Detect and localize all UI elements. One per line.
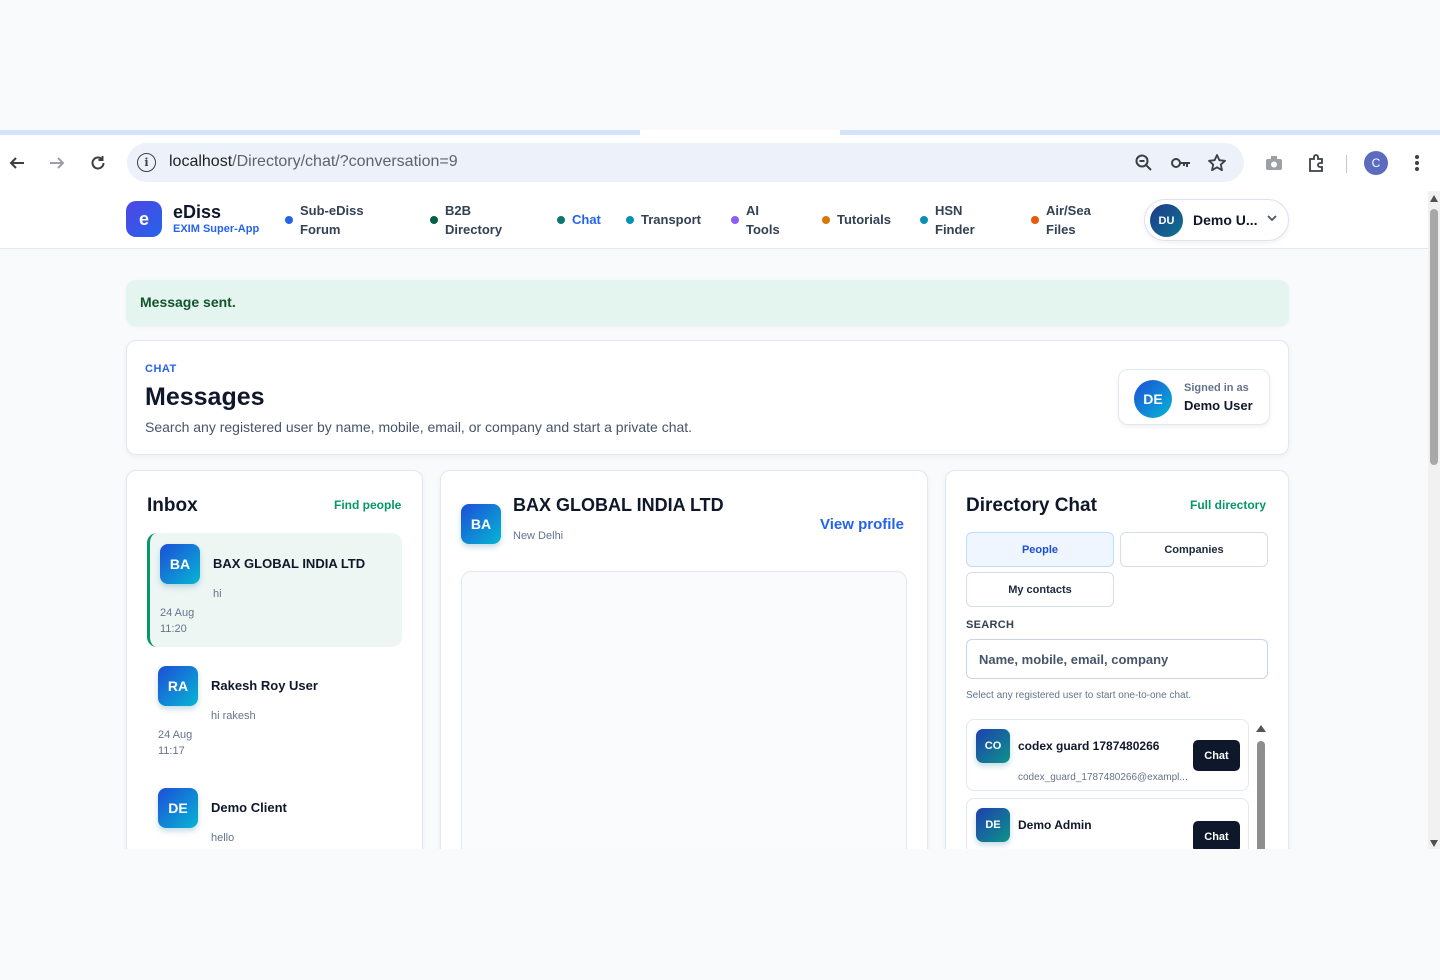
nav-dot	[1031, 216, 1039, 224]
page-viewport: e eDiss EXIM Super-App Sub-eDiss Forum B2…	[0, 191, 1428, 849]
scrollbar-thumb[interactable]	[1430, 209, 1438, 465]
app-navbar: e eDiss EXIM Super-App Sub-eDiss Forum B2…	[0, 191, 1428, 249]
kebab-menu-icon[interactable]	[1403, 149, 1431, 177]
nav-dot	[731, 216, 739, 224]
scroll-up-arrow-icon[interactable]	[1256, 725, 1266, 732]
page-header-card: CHAT Messages Search any registered user…	[126, 340, 1289, 455]
nav-item-hsn-finder[interactable]: HSN Finder	[920, 201, 975, 239]
nav-dot	[285, 216, 293, 224]
user-name: Demo U...	[1193, 212, 1258, 228]
nav-item-chat[interactable]: Chat	[557, 210, 601, 229]
eyebrow-label: CHAT	[145, 363, 177, 375]
zoom-icon[interactable]	[1133, 152, 1155, 174]
avatar: BA	[160, 544, 200, 584]
search-hint: Select any registered user to start one-…	[966, 690, 1192, 701]
signed-in-label: Signed in as	[1184, 382, 1249, 394]
scroll-down-arrow-icon[interactable]	[1430, 840, 1438, 847]
nav-item-directory[interactable]: B2B Directory	[430, 201, 502, 239]
directory-chat-panel: Directory Chat Full directory People Com…	[945, 470, 1289, 849]
forward-icon[interactable]	[43, 149, 71, 177]
back-icon[interactable]	[3, 149, 31, 177]
search-label: SEARCH	[966, 619, 1015, 631]
contact-name: BAX GLOBAL INDIA LTD	[213, 556, 366, 571]
search-input[interactable]	[966, 639, 1268, 679]
message-thread[interactable]	[461, 571, 907, 849]
brand-tagline: EXIM Super-App	[173, 223, 260, 235]
list-item[interactable]: DE Demo Admin Chat	[966, 798, 1249, 849]
conversation-panel: BA BAX GLOBAL INDIA LTD New Delhi View p…	[440, 470, 928, 849]
password-key-icon[interactable]	[1170, 152, 1192, 174]
nav-dot	[920, 216, 928, 224]
signed-in-box: DE Signed in as Demo User	[1118, 369, 1270, 425]
browser-toolbar: i localhost/Directory/chat/?conversation…	[0, 135, 1440, 191]
site-info-icon[interactable]: i	[137, 153, 156, 172]
message-preview: hi	[213, 588, 222, 600]
list-item[interactable]: CO codex guard 1787480266 codex_guard_17…	[966, 719, 1249, 791]
inbox-title: Inbox	[147, 495, 198, 516]
conversation-title: BAX GLOBAL INDIA LTD	[513, 495, 724, 515]
page-title: Messages	[145, 383, 265, 411]
full-directory-link[interactable]: Full directory	[1190, 498, 1266, 512]
nav-dot	[626, 215, 634, 224]
timestamp: 24 Aug 11:20	[160, 607, 195, 635]
conversation-location: New Delhi	[513, 530, 564, 542]
inbox-panel: Inbox Find people BA BAX GLOBAL INDIA LT…	[126, 470, 423, 849]
contact-name: Demo Client	[211, 800, 287, 815]
find-people-link[interactable]: Find people	[334, 498, 401, 512]
scrollbar-thumb[interactable]	[1257, 741, 1265, 849]
extensions-icon[interactable]	[1302, 149, 1330, 177]
reload-icon[interactable]	[84, 149, 112, 177]
avatar: DE	[976, 808, 1010, 842]
nav-dot	[430, 216, 438, 224]
user-name: codex guard 1787480266	[1018, 739, 1160, 753]
nav-item-forum[interactable]: Sub-eDiss Forum	[285, 201, 364, 239]
chat-button[interactable]: Chat	[1193, 821, 1240, 849]
avatar: DU	[1150, 204, 1183, 237]
nav-item-files[interactable]: Air/Sea Files	[1031, 201, 1091, 239]
tab-companies[interactable]: Companies	[1120, 532, 1268, 567]
message-preview: hello	[211, 832, 235, 844]
nav-dot	[822, 215, 830, 224]
scroll-up-arrow-icon[interactable]	[1430, 195, 1438, 202]
timestamp: 24 Aug 11:17	[158, 729, 193, 757]
tab-people[interactable]: People	[966, 532, 1114, 567]
page-scrollbar[interactable]	[1428, 191, 1440, 849]
chevron-down-icon	[1266, 212, 1278, 227]
url-text[interactable]: localhost/Directory/chat/?conversation=9	[169, 153, 458, 171]
directory-list-scrollbar[interactable]	[1256, 721, 1266, 849]
chat-button[interactable]: Chat	[1193, 740, 1240, 771]
camera-icon[interactable]	[1260, 149, 1288, 177]
address-bar[interactable]: i localhost/Directory/chat/?conversation…	[127, 143, 1244, 182]
bookmark-star-icon[interactable]	[1206, 152, 1228, 174]
avatar: DE	[1134, 380, 1172, 418]
nav-dot	[557, 215, 565, 224]
success-alert: Message sent.	[126, 280, 1289, 326]
user-email: codex_guard_1787480266@exampl...	[1018, 772, 1188, 783]
inbox-item[interactable]: DE Demo Client hello	[148, 777, 403, 849]
inbox-item[interactable]: RA Rakesh Roy User hi rakesh 24 Aug 11:17	[148, 655, 403, 769]
toolbar-separator	[1346, 155, 1347, 173]
inbox-item[interactable]: BA BAX GLOBAL INDIA LTD hi 24 Aug 11:20	[147, 533, 402, 647]
avatar: RA	[158, 666, 198, 706]
nav-item-ai-tools[interactable]: AI Tools	[731, 201, 780, 239]
directory-title: Directory Chat	[966, 495, 1097, 516]
page-description: Search any registered user by name, mobi…	[145, 419, 693, 435]
app-logo[interactable]: e	[126, 201, 162, 237]
user-menu[interactable]: DU Demo U...	[1144, 199, 1289, 241]
tab-my-contacts[interactable]: My contacts	[966, 572, 1114, 607]
nav-item-transport[interactable]: Transport	[626, 210, 701, 229]
contact-name: Rakesh Roy User	[211, 678, 318, 693]
avatar: BA	[461, 504, 501, 544]
avatar: DE	[158, 788, 198, 828]
nav-item-tutorials[interactable]: Tutorials	[822, 210, 891, 229]
alert-message: Message sent.	[140, 294, 236, 310]
user-name: Demo Admin	[1018, 818, 1092, 832]
view-profile-link[interactable]: View profile	[820, 516, 904, 533]
signed-in-name: Demo User	[1184, 398, 1253, 413]
profile-avatar[interactable]: C	[1364, 151, 1388, 175]
avatar: CO	[976, 729, 1010, 763]
message-preview: hi rakesh	[211, 710, 256, 722]
brand-name[interactable]: eDiss	[173, 202, 221, 223]
